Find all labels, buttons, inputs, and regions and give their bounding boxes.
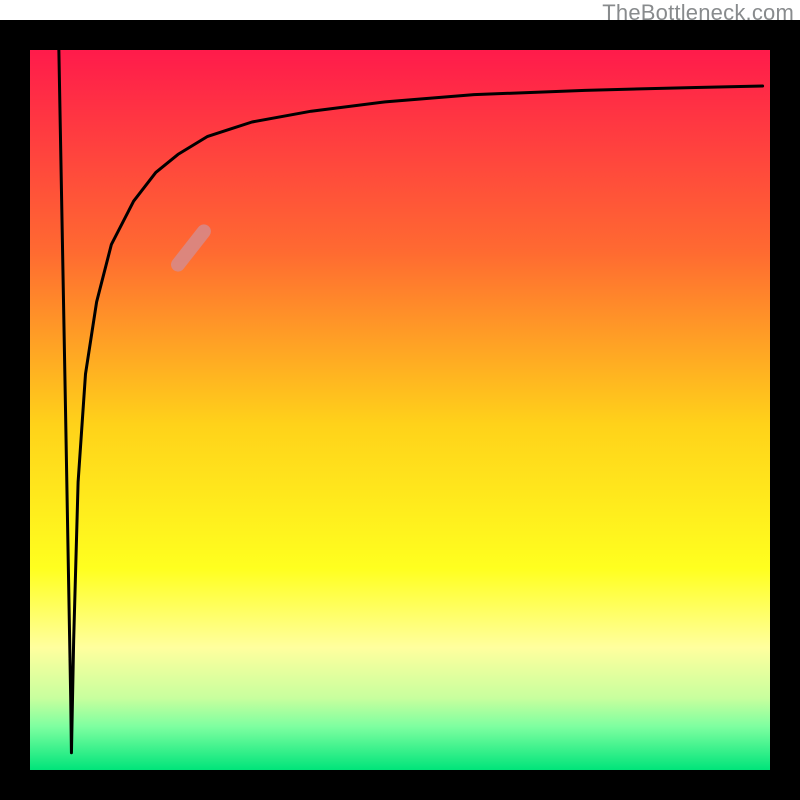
gradient-background: [30, 50, 770, 770]
chart-stage: TheBottleneck.com: [0, 0, 800, 800]
watermark-text: TheBottleneck.com: [602, 0, 794, 26]
bottleneck-chart: [0, 0, 800, 800]
